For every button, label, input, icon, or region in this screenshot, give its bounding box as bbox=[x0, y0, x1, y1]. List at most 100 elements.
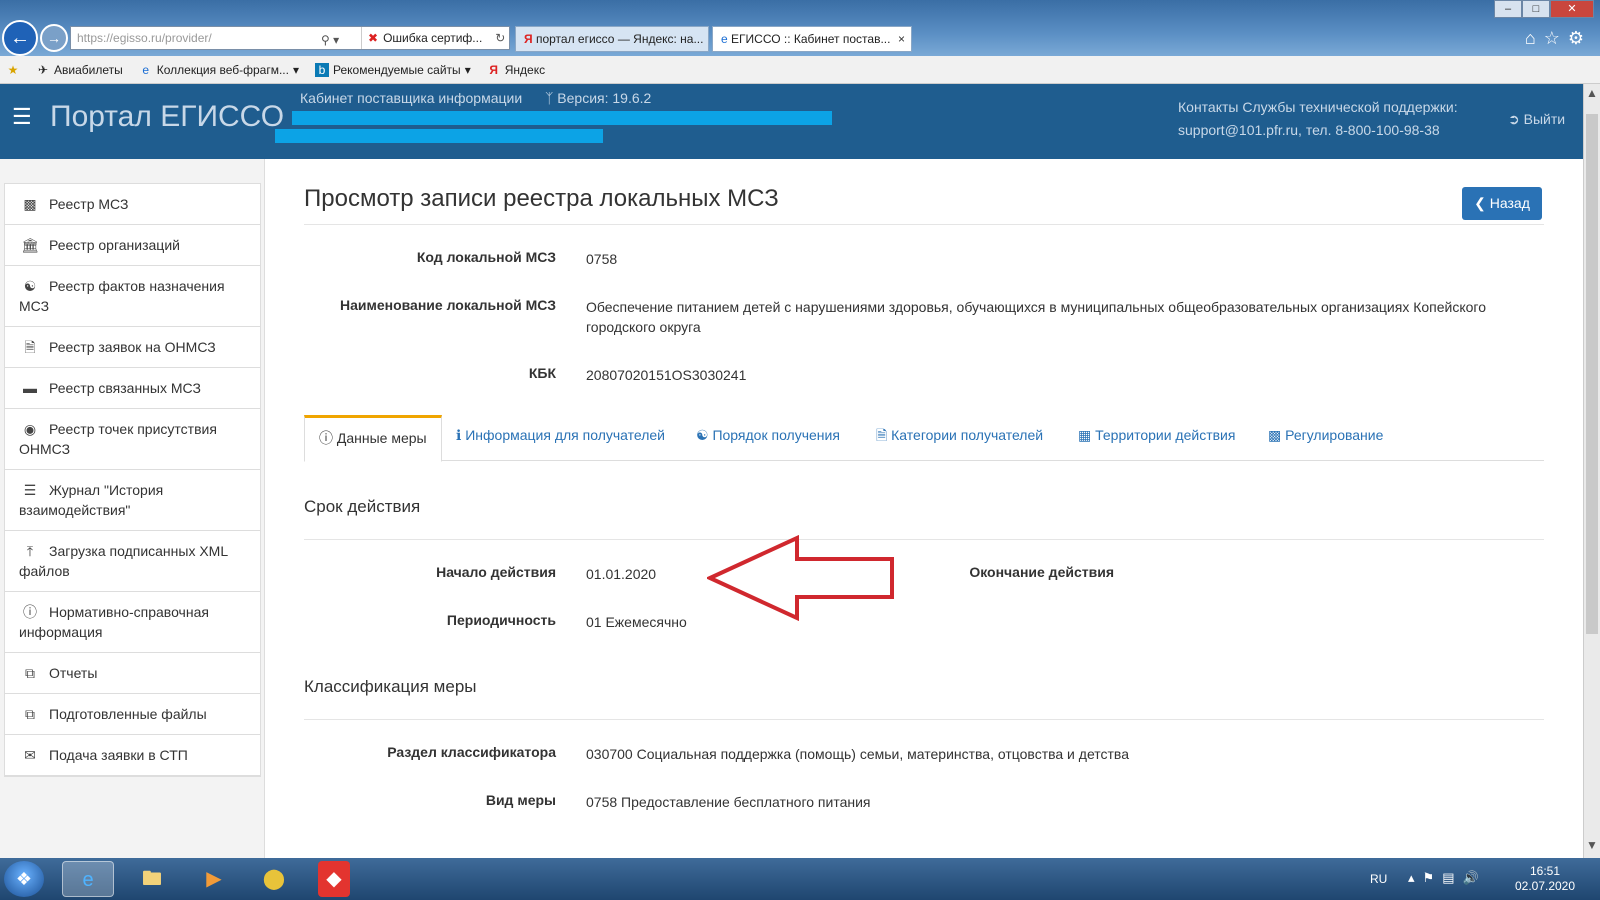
media-player-taskbar-icon[interactable]: ▶ bbox=[188, 861, 240, 897]
copy-icon: ⧉ bbox=[25, 706, 35, 722]
main-content: Просмотр записи реестра локальных МСЗ ❮ … bbox=[265, 159, 1583, 858]
tab-recipient-categories[interactable]: 🗎 Категории получателей bbox=[862, 415, 1057, 461]
back-button[interactable]: ❮ Назад bbox=[1462, 187, 1542, 220]
favorite-item[interactable]: ✈ Авиабилеты bbox=[36, 63, 123, 77]
sidebar-menu: ▩ Реестр МСЗ 🏛 Реестр организаций ☯ Реестр … bbox=[4, 183, 261, 777]
favorite-item[interactable]: e Коллекция веб-фрагм... ▾ bbox=[139, 63, 299, 77]
browser-back-button[interactable]: ← bbox=[2, 20, 38, 56]
bing-icon: b bbox=[315, 62, 329, 77]
scroll-down-icon[interactable]: ▼ bbox=[1584, 838, 1600, 856]
sidebar-item-reference-info[interactable]: ⓘ Нормативно-справочная информация bbox=[5, 592, 260, 653]
browser-tab-egisso[interactable]: e ЕГИССО :: Кабинет постав... × bbox=[712, 26, 912, 52]
field-value: 0758 Предоставление бесплатного питания bbox=[586, 794, 871, 810]
maximize-button[interactable]: □ bbox=[1522, 0, 1550, 18]
tab-recipient-info[interactable]: ℹ Информация для получателей bbox=[442, 415, 679, 461]
tab-regulation[interactable]: ▩ Регулирование bbox=[1254, 415, 1397, 461]
target-icon: ◉ bbox=[23, 421, 37, 437]
portal-brand[interactable]: Портал ЕГИССО bbox=[50, 100, 284, 134]
sidebar-item-label: Реестр организаций bbox=[49, 237, 180, 253]
sidebar-item-org-registry[interactable]: 🏛 Реестр организаций bbox=[5, 225, 260, 266]
back-label: Назад bbox=[1489, 195, 1530, 211]
clock[interactable]: 16:51 02.07.2020 bbox=[1510, 864, 1580, 894]
close-tab-icon[interactable]: × bbox=[898, 27, 905, 51]
clock-time: 16:51 bbox=[1529, 864, 1561, 878]
flag-icon[interactable]: ⚑ bbox=[1423, 870, 1443, 885]
branch-icon: ᛉ bbox=[545, 90, 554, 106]
ie-taskbar-icon[interactable]: e bbox=[62, 861, 114, 897]
sidebar-item-label: Реестр заявок на ОНМСЗ bbox=[49, 339, 216, 355]
address-bar[interactable]: https://egisso.ru/provider/ ⚲ ▾ ✖ Ошибка… bbox=[70, 26, 510, 50]
folder-taskbar-icon[interactable]: 🖿 bbox=[126, 861, 178, 897]
tab-receipt-order[interactable]: ☯ Порядок получения bbox=[682, 415, 854, 461]
sidebar-item-label: Реестр фактов назначения МСЗ bbox=[19, 278, 225, 314]
field-label: Наименование локальной МСЗ bbox=[339, 297, 556, 313]
field-label: Начало действия bbox=[436, 564, 556, 580]
sidebar-item-requests-registry[interactable]: 🗎 Реестр заявок на ОНМСЗ bbox=[5, 327, 260, 368]
sidebar-item-points-registry[interactable]: ◉ Реестр точек присутствия ОНМСЗ bbox=[5, 409, 260, 470]
home-icon[interactable]: ⌂ bbox=[1525, 28, 1544, 48]
file-icon: 🗎 bbox=[876, 427, 888, 443]
vertical-scrollbar[interactable]: ▲ ▼ bbox=[1583, 84, 1600, 858]
minimize-button[interactable]: – bbox=[1494, 0, 1522, 18]
field-value: 030700 Социальная поддержка (помощь) сем… bbox=[586, 746, 1129, 762]
field-value: Обеспечение питанием детей с нарушениями… bbox=[586, 299, 1486, 335]
card-icon: ▬ bbox=[23, 380, 37, 396]
star-icon[interactable]: ☆ bbox=[1544, 28, 1568, 48]
menu-icon[interactable]: ☰ bbox=[12, 106, 36, 130]
language-indicator[interactable]: RU bbox=[1370, 872, 1387, 886]
sidebar-item-label: Реестр МСЗ bbox=[49, 196, 129, 212]
tab-measure-data[interactable]: ⓘ Данные меры bbox=[304, 415, 442, 462]
scroll-up-icon[interactable]: ▲ bbox=[1584, 86, 1600, 104]
field-label: КБК bbox=[528, 365, 556, 381]
page-title: Просмотр записи реестра локальных МСЗ bbox=[304, 185, 779, 212]
browser-forward-button[interactable]: → bbox=[40, 24, 68, 52]
tray-icons: ▴⚑▤🔊 bbox=[1408, 870, 1487, 886]
tab-label: Порядок получения bbox=[712, 427, 840, 443]
favorite-label: Яндекс bbox=[504, 62, 546, 77]
upload-icon: ⤒ bbox=[26, 543, 34, 559]
favorite-label: Рекомендуемые сайты bbox=[333, 62, 461, 77]
network-icon[interactable]: ▤ bbox=[1442, 870, 1462, 885]
info-icon: ℹ bbox=[456, 427, 462, 443]
tab-label: Территории действия bbox=[1095, 427, 1236, 443]
logout-button[interactable]: ➲ Выйти bbox=[1508, 111, 1565, 128]
divider bbox=[304, 224, 1544, 225]
favorites-star-icon[interactable]: ★ bbox=[6, 63, 20, 77]
cert-error-tab[interactable]: ✖ Ошибка сертиф... ↻ bbox=[361, 27, 505, 49]
sidebar-item-prepared-files[interactable]: ⧉ Подготовленные файлы bbox=[5, 694, 260, 735]
browser-tab-yandex[interactable]: Я портал егиссо — Яндекс: на... bbox=[515, 26, 709, 52]
close-window-button[interactable]: ✕ bbox=[1550, 0, 1594, 18]
start-button[interactable]: ❖ bbox=[4, 861, 44, 897]
handshake-icon: ☯ bbox=[696, 427, 709, 443]
sidebar-item-linked-registry[interactable]: ▬ Реестр связанных МСЗ bbox=[5, 368, 260, 409]
refresh-icon[interactable]: ↻ bbox=[495, 27, 505, 49]
search-icon[interactable]: ⚲ ▾ bbox=[321, 29, 339, 51]
version-label: ᛉ Версия: 19.6.2 bbox=[545, 90, 651, 106]
cert-error-icon: ✖ bbox=[368, 31, 379, 45]
chrome-taskbar-icon[interactable]: ⬤ bbox=[248, 861, 300, 897]
sidebar-item-msz-registry[interactable]: ▩ Реестр МСЗ bbox=[5, 184, 260, 225]
anydesk-taskbar-icon[interactable]: ◆ bbox=[318, 861, 350, 897]
favorite-item[interactable]: Я Яндекс bbox=[487, 63, 545, 77]
tab-title: ЕГИССО :: Кабинет постав... bbox=[731, 32, 891, 46]
book-icon: ▩ bbox=[1268, 427, 1282, 443]
sidebar-item-label: Реестр связанных МСЗ bbox=[49, 380, 201, 396]
volume-icon[interactable]: 🔊 bbox=[1462, 870, 1486, 885]
sitemap-icon: ▦ bbox=[1078, 427, 1092, 443]
scroll-thumb[interactable] bbox=[1586, 114, 1598, 634]
tab-territories[interactable]: ▦ Территории действия bbox=[1064, 415, 1249, 461]
sidebar-item-support-request[interactable]: ✉ Подача заявки в СТП bbox=[5, 735, 260, 776]
chevron-up-icon[interactable]: ▴ bbox=[1408, 870, 1423, 885]
tab-label: Данные меры bbox=[336, 430, 427, 446]
address-text: https://egisso.ru/provider/ bbox=[77, 31, 212, 45]
signout-icon: ➲ bbox=[1508, 111, 1520, 127]
sidebar-item-reports[interactable]: ⧉ Отчеты bbox=[5, 653, 260, 694]
support-contacts: support@101.pfr.ru, тел. 8-800-100-98-38 bbox=[1178, 122, 1440, 138]
sidebar-item-history-log[interactable]: ☰ Журнал "История взаимодействия" bbox=[5, 470, 260, 531]
sidebar-item-facts-registry[interactable]: ☯ Реестр фактов назначения МСЗ bbox=[5, 266, 260, 327]
sidebar: ▩ Реестр МСЗ 🏛 Реестр организаций ☯ Реестр … bbox=[0, 159, 265, 858]
favorite-item[interactable]: b Рекомендуемые сайты ▾ bbox=[315, 62, 471, 77]
sidebar-item-xml-upload[interactable]: ⤒ Загрузка подписанных XML файлов bbox=[5, 531, 260, 592]
gear-icon[interactable]: ⚙ bbox=[1568, 28, 1592, 48]
field-label: Периодичность bbox=[446, 612, 556, 628]
